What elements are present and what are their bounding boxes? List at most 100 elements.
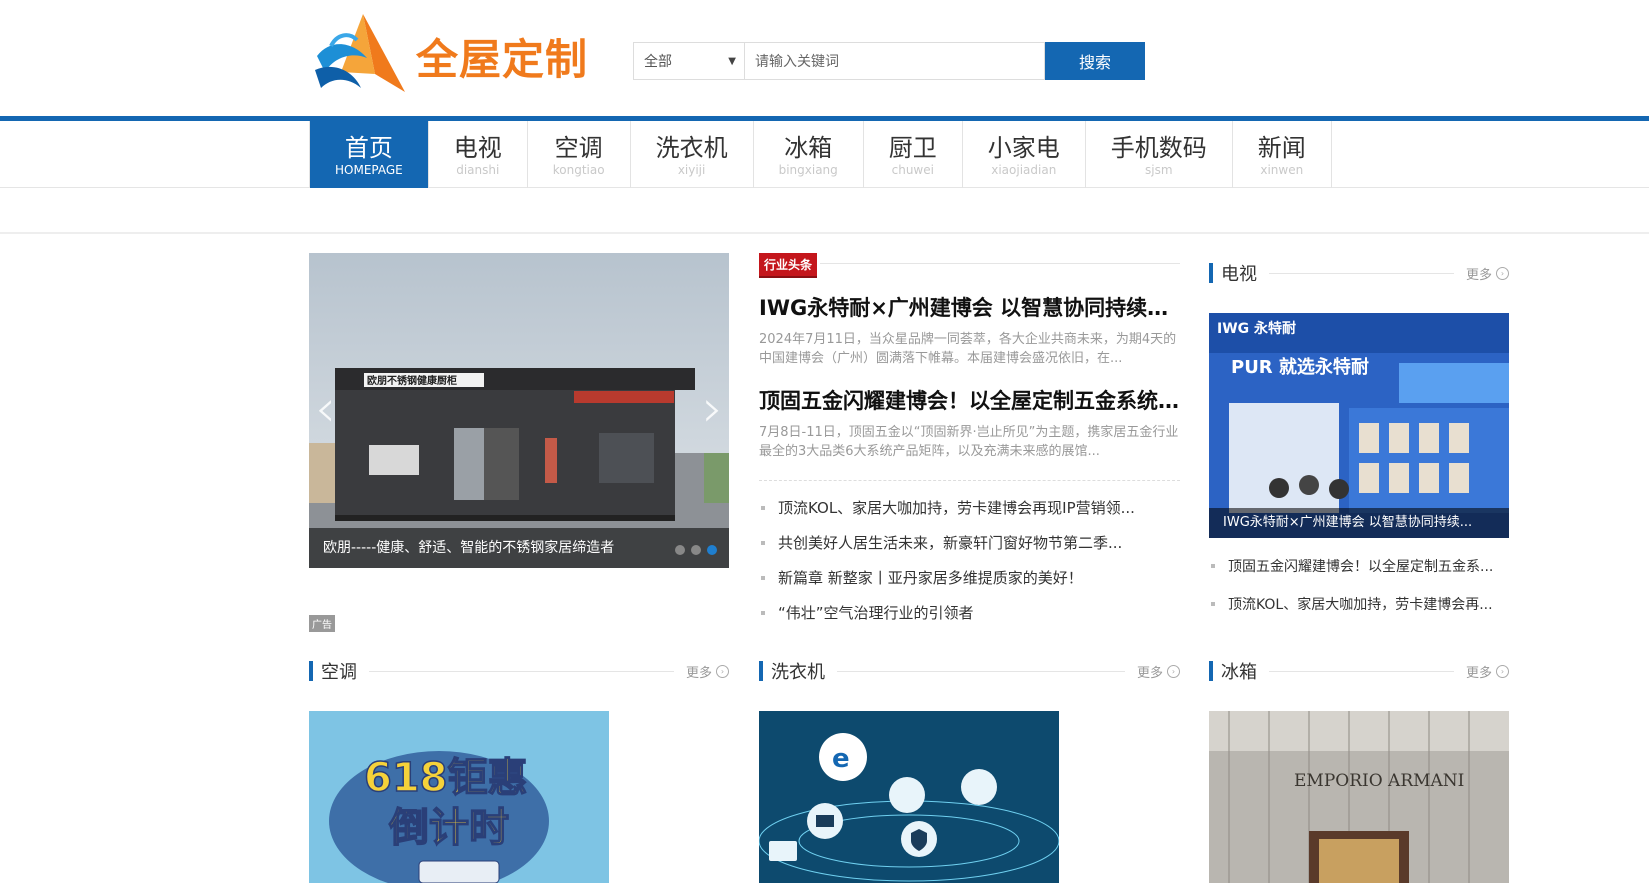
nav-item-small-appliances[interactable]: 小家电 xiaojiadian [963,121,1086,188]
more-link[interactable]: 更多 › [1137,662,1180,681]
section-title[interactable]: 冰箱 [1221,658,1257,684]
section-bar [1209,263,1213,283]
nav-item-label: 空调 [554,133,603,162]
nav-item-label: 冰箱 [784,133,833,162]
tv-card-caption[interactable]: IWG永特耐×广州建博会 以智慧协同持续... [1209,508,1509,538]
nav-item-label: 新闻 [1257,133,1306,162]
nav-item-label: 厨卫 [888,133,937,162]
headline-desc: 7月8日-11日，顶固五金以“顶固新界·岂止所见”为主题，携家居五金行业最全的3… [759,425,1179,459]
slide-caption[interactable]: 欧朋-----健康、舒适、智能的不锈钢家居缔造者 [309,528,729,568]
fridge-thumbnail[interactable]: EMPORIO ARMANI [1209,711,1509,883]
headline-separator [759,480,1180,481]
browser-e-icon: e [832,744,850,774]
more-label: 更多 [1465,267,1492,283]
search-input[interactable] [744,42,1045,80]
section-title[interactable]: 洗衣机 [771,658,825,684]
ac-thumb-text-2: 倒计时 [388,805,509,851]
headline-divider [820,263,1180,264]
ac-thumbnail[interactable]: 618钜惠 倒计时 [309,711,609,883]
section-bar [1209,661,1213,681]
logo-emblem-icon [315,14,405,92]
search-category-select[interactable]: 全部 ▼ [633,42,744,80]
headline-tag: 行业头条 [759,253,818,278]
slider-prev-icon[interactable]: ‹ [315,383,336,435]
ac-thumbnail-image: 618钜惠 倒计时 [309,711,609,883]
nav-item-washer[interactable]: 洗衣机 xiyiji [631,121,754,188]
section-header-ac: 空调 更多 › [309,659,729,683]
list-item[interactable]: 顶流KOL、家居大咖加持，劳卡建博会再现IP营销领... [759,497,1180,532]
logo-text: 全屋定制 [416,35,589,84]
search-category-value: 全部 [644,54,672,70]
nav-item-label: 首页 [344,133,393,162]
nav-item-tv[interactable]: 电视 dianshi [429,121,528,188]
nav-item-pinyin: dianshi [456,162,500,177]
tv-list: 顶固五金闪耀建博会！以全屋定制五金系... 顶流KOL、家居大咖加持，劳卡建博会… [1209,556,1509,632]
list-item[interactable]: 新篇章 新整家丨亚丹家居多维提质家的美好！ [759,567,1180,602]
more-link[interactable]: 更多 › [1466,264,1509,283]
page: 全屋定制 全部 ▼ 搜索 首页 HOMEPAGE 电视 dianshi 空调 k… [0,0,1649,883]
headline-title[interactable]: IWG永特耐×广州建博会 以智慧协同持续改... [759,292,1180,322]
nav-item-kitchen-bath[interactable]: 厨卫 chuwei [864,121,963,188]
chevron-right-icon: › [716,664,729,678]
washer-thumbnail[interactable]: e [759,711,1059,883]
list-item[interactable]: 顶流KOL、家居大咖加持，劳卡建博会再... [1209,594,1509,632]
list-item[interactable]: “伟壮”空气治理行业的引领者 [759,602,1180,637]
main-nav: 首页 HOMEPAGE 电视 dianshi 空调 kongtiao 洗衣机 x… [309,121,1332,188]
chevron-right-icon: › [1496,664,1509,678]
featured-slider[interactable]: 欧朋不锈钢健康厨柜 ‹ › 欧朋-----健康、舒适、智能的不锈钢家居缔造者 [309,253,729,568]
nav-item-label: 小家电 [987,133,1060,162]
section-line [369,670,674,672]
nav-item-pinyin: chuwei [891,162,934,177]
section-header-tv: 电视 更多 › [1209,261,1509,285]
section-bar [309,661,313,681]
section-header-fridge: 冰箱 更多 › [1209,659,1509,683]
nav-item-pinyin: sjsm [1145,162,1173,177]
main-nav-bar: 首页 HOMEPAGE 电视 dianshi 空调 kongtiao 洗衣机 x… [0,116,1649,188]
tv-card-banner-text: PUR 就选永特耐 [1231,356,1369,378]
fridge-thumbnail-image: EMPORIO ARMANI [1209,711,1509,883]
nav-item-label: 手机数码 [1110,133,1207,162]
slider-next-icon[interactable]: › [702,383,723,435]
more-link[interactable]: 更多 › [1466,662,1509,681]
washer-thumbnail-image: e [759,711,1059,883]
section-line [837,670,1125,672]
nav-item-news[interactable]: 新闻 xinwen [1233,121,1332,188]
nav-item-fridge[interactable]: 冰箱 bingxiang [754,121,864,188]
chevron-right-icon: › [1167,664,1180,678]
more-link[interactable]: 更多 › [686,662,729,681]
slider-dot[interactable] [675,545,685,555]
site-logo[interactable]: 全屋定制 [313,12,587,96]
list-item[interactable]: 共创美好人居生活未来，新豪轩门窗好物节第二季... [759,532,1180,567]
nav-item-pinyin: bingxiang [778,162,838,177]
section-line [1269,272,1454,274]
ad-label: 广告 [309,615,335,632]
section-line [1269,670,1454,672]
tv-feature-card[interactable]: IWG 永特耐 PUR 就选永特耐 IWG永特耐×广州建博会 以智慧协同持续..… [1209,313,1509,538]
ac-thumb-text-1: 618钜惠 [364,755,528,801]
headline-desc: 2024年7月11日，当众星品牌一同荟萃，各大企业共商未来，为期4天的中国建博会… [759,332,1177,366]
slider-dot[interactable] [691,545,701,555]
chevron-down-icon: ▼ [728,55,736,67]
nav-item-label: 洗衣机 [655,133,728,162]
more-label: 更多 [1465,665,1492,681]
nav-item-pinyin: xiyiji [677,162,706,177]
nav-item-home[interactable]: 首页 HOMEPAGE [309,121,429,188]
section-title[interactable]: 电视 [1221,260,1257,286]
slider-dot-active[interactable] [707,545,717,555]
tv-card-brand-text: IWG 永特耐 [1217,320,1296,337]
more-label: 更多 [685,665,712,681]
nav-item-mobile-digital[interactable]: 手机数码 sjsm [1086,121,1233,188]
chevron-right-icon: › [1496,266,1509,280]
headline-title[interactable]: 顶固五金闪耀建博会！以全屋定制五金系统解... [759,385,1180,415]
tv-feature-image: IWG 永特耐 PUR 就选永特耐 [1209,313,1509,538]
section-title[interactable]: 空调 [321,658,357,684]
search-button[interactable]: 搜索 [1045,42,1145,80]
list-item[interactable]: 顶固五金闪耀建博会！以全屋定制五金系... [1209,556,1509,594]
slide-image: 欧朋不锈钢健康厨柜 [309,253,729,568]
nav-item-pinyin: xinwen [1260,162,1304,177]
more-label: 更多 [1136,665,1163,681]
nav-item-label: 电视 [453,133,502,162]
nav-item-pinyin: kongtiao [552,162,605,177]
fridge-thumb-text: EMPORIO ARMANI [1294,771,1464,791]
nav-item-ac[interactable]: 空调 kongtiao [528,121,631,188]
